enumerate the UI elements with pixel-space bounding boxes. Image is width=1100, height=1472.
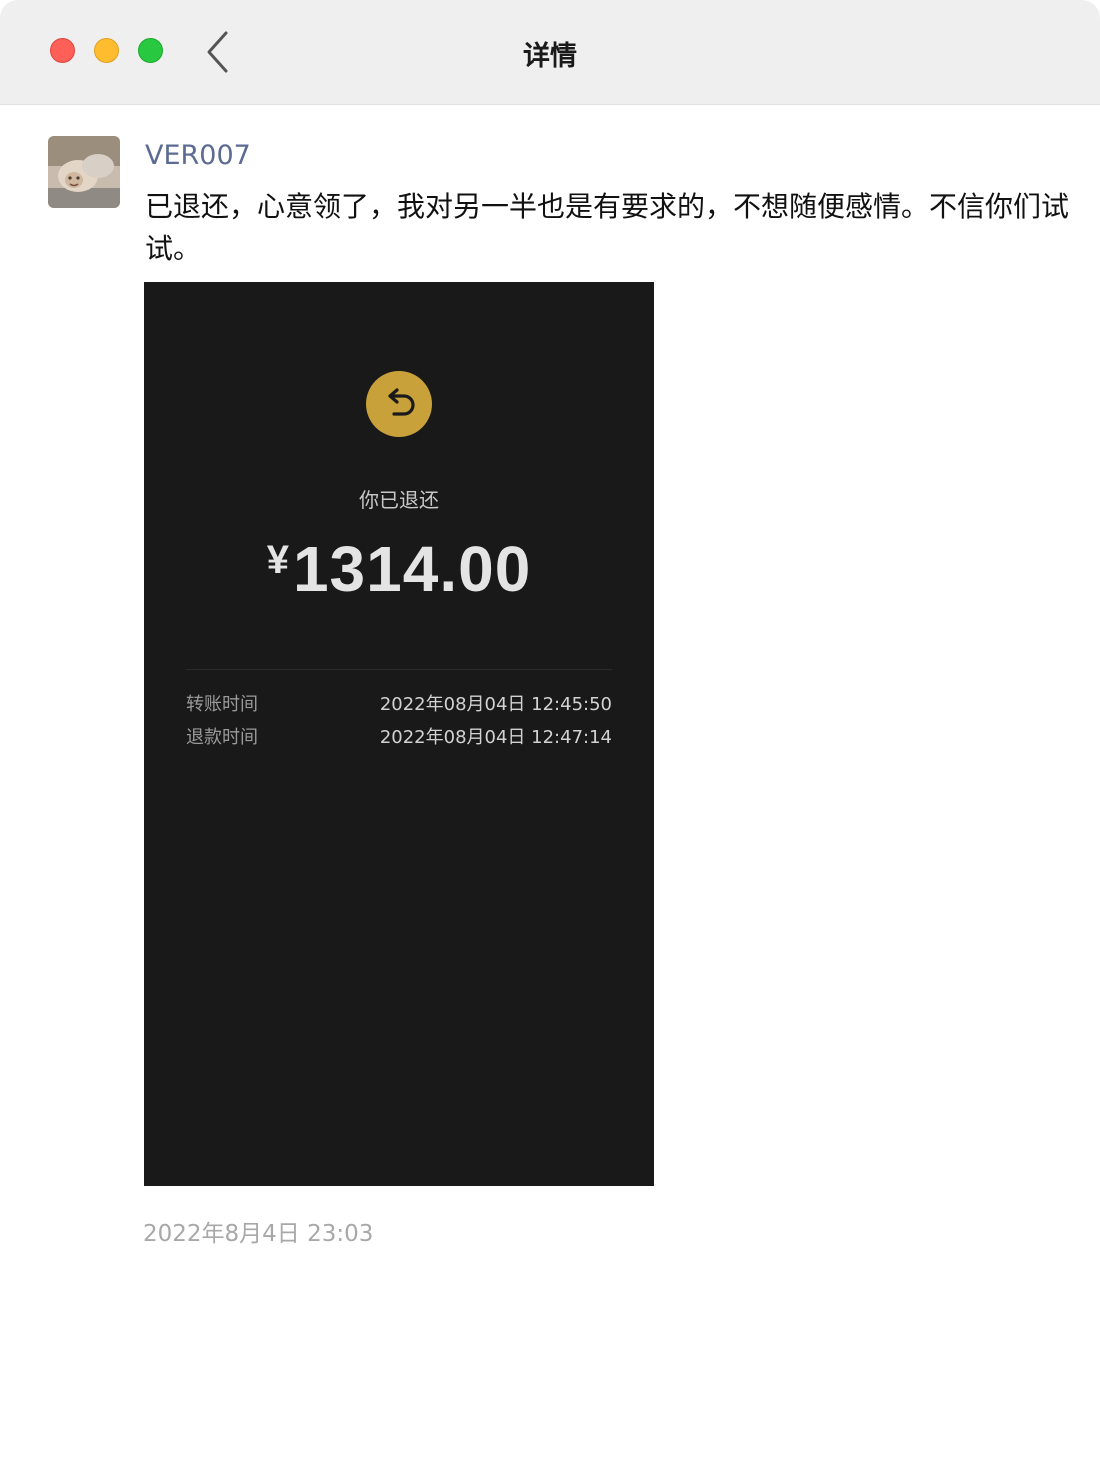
page-title: 详情 (523, 41, 577, 72)
refund-time-value: 2022年08月04日 12:47:14 (379, 727, 612, 748)
return-arrow-icon (388, 388, 415, 416)
attached-image[interactable]: 你已退还 ¥1314.00 转账时间 2022年08月04日 12:45:50 … (144, 282, 654, 1186)
username-link[interactable]: VER007 (145, 140, 251, 171)
currency-symbol: ¥ (266, 538, 289, 582)
refund-status-icon (366, 371, 432, 437)
avatar-photo (48, 136, 120, 208)
post-timestamp: 2022年8月4日 23:03 (143, 1221, 374, 1247)
transfer-time-value: 2022年08月04日 12:45:50 (379, 694, 612, 715)
title-bar: 详情 (0, 0, 1100, 105)
transfer-time-label: 转账时间 (186, 694, 258, 715)
detail-window: 详情 VER007 已退还，心意领了，我对另一半也是有要求的，不想随便感情。不信… (0, 0, 1100, 1472)
refund-time-label: 退款时间 (186, 727, 258, 748)
refund-status-label: 你已退还 (359, 488, 439, 512)
divider (186, 669, 612, 670)
amount-value: 1314.00 (292, 533, 532, 605)
avatar[interactable] (48, 136, 120, 208)
refund-amount: ¥1314.00 (144, 532, 654, 606)
post-message: 已退还，心意领了，我对另一半也是有要求的，不想随便感情。不信你们试试。 (145, 190, 1070, 265)
